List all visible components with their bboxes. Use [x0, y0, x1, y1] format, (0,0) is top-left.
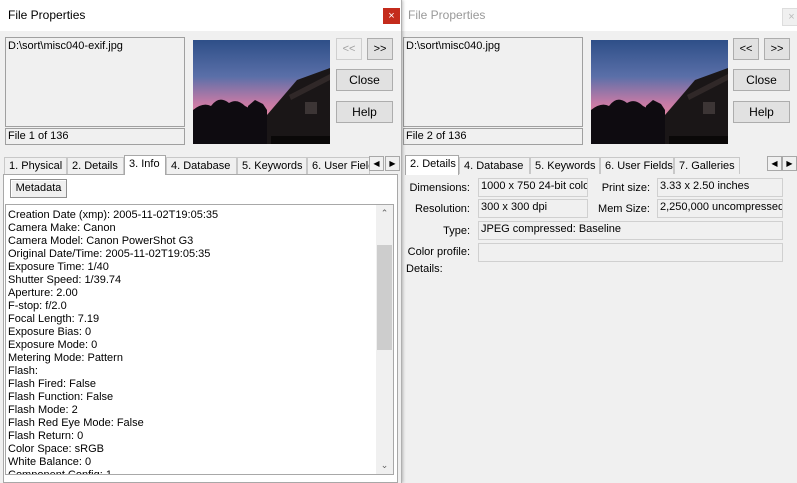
metadata-line: Flash Red Eye Mode: False [8, 417, 144, 429]
metadata-line: Flash Fired: False [8, 378, 97, 390]
tab-database[interactable]: 4. Database [166, 157, 237, 174]
print-size-label: Print size: [601, 182, 650, 194]
file-count: File 1 of 136 [5, 128, 185, 145]
metadata-lines: Creation Date (xmp): 2005-11-02T19:05:35… [8, 209, 374, 475]
file-count-text: File 1 of 136 [8, 130, 69, 142]
metadata-button[interactable]: Metadata [10, 179, 67, 198]
details-label: Details: [406, 263, 443, 275]
resolution-label: Resolution: [414, 203, 470, 215]
dimensions-value: 1000 x 750 24-bit color [478, 178, 588, 197]
tab-keywords[interactable]: 5. Keywords [530, 157, 600, 174]
metadata-line: White Balance: 0 [8, 456, 92, 468]
print-size-value: 3.33 x 2.50 inches [657, 178, 783, 197]
tab-physical[interactable]: 1. Physical [4, 157, 67, 174]
tab-details[interactable]: 2. Details [405, 155, 459, 175]
next-button[interactable]: >> [367, 38, 393, 60]
vertical-scrollbar[interactable]: ⌃ ⌄ [376, 205, 393, 474]
tab-scroll-left-icon[interactable]: ◀ [369, 156, 384, 171]
tab-details[interactable]: 2. Details [67, 157, 124, 174]
help-button[interactable]: Help [733, 101, 790, 123]
resolution-value: 300 x 300 dpi [478, 199, 588, 218]
window-title: File Properties [408, 8, 486, 22]
tab-strip: 2. Details 4. Database 5. Keywords 6. Us… [405, 155, 760, 175]
close-icon[interactable]: × [383, 8, 400, 24]
next-button[interactable]: >> [764, 38, 790, 60]
metadata-line: Aperture: 2.00 [8, 287, 78, 299]
metadata-line: Color Space: sRGB [8, 443, 104, 455]
sunset-house-thumbnail [193, 40, 330, 144]
file-path-box: D:\sort\misc040-exif.jpg [5, 37, 185, 127]
metadata-line: Flash Mode: 2 [8, 404, 78, 416]
close-button[interactable]: Close [733, 69, 790, 91]
metadata-line: Camera Make: Canon [8, 222, 116, 234]
file-path: D:\sort\misc040-exif.jpg [8, 40, 123, 52]
window-title: File Properties [8, 8, 86, 22]
scrollbar-thumb[interactable] [377, 245, 392, 350]
title-bar[interactable]: File Properties × [0, 0, 401, 31]
metadata-line: Flash Function: False [8, 391, 114, 403]
scroll-down-icon[interactable]: ⌄ [376, 457, 393, 474]
tab-user-fields[interactable]: 6. User Fields [600, 157, 674, 174]
metadata-line: Exposure Mode: 0 [8, 339, 98, 351]
metadata-line: Flash: [8, 365, 38, 377]
tab-galleries[interactable]: 7. Galleries [674, 157, 740, 174]
metadata-line: Exposure Time: 1/40 [8, 261, 109, 273]
close-icon[interactable]: × [782, 8, 797, 26]
color-profile-value [478, 243, 783, 262]
tab-scroll-right-icon[interactable]: ▶ [782, 156, 797, 171]
mem-size-label: Mem Size: [598, 203, 650, 215]
title-bar[interactable]: File Properties × [400, 0, 797, 31]
metadata-line: Flash Return: 0 [8, 430, 84, 442]
tab-strip: 1. Physical 2. Details 3. Info 4. Databa… [4, 155, 370, 175]
sunset-house-thumbnail [591, 40, 728, 144]
type-value: JPEG compressed: Baseline [478, 221, 783, 240]
type-label: Type: [443, 225, 470, 237]
metadata-line: F-stop: f/2.0 [8, 300, 67, 312]
previous-button[interactable]: << [733, 38, 759, 60]
tab-database[interactable]: 4. Database [459, 157, 530, 174]
dimensions-label: Dimensions: [409, 182, 470, 194]
mem-size-value: 2,250,000 uncompressed [657, 199, 783, 218]
previous-button[interactable]: << [336, 38, 362, 60]
close-button[interactable]: Close [336, 69, 393, 91]
file-properties-window-2: File Properties × D:\sort\misc040.jpg Fi… [400, 0, 797, 483]
image-thumbnail [591, 40, 728, 144]
tab-keywords[interactable]: 5. Keywords [237, 157, 307, 174]
color-profile-label: Color profile: [407, 246, 470, 258]
scroll-up-icon[interactable]: ⌃ [376, 205, 393, 222]
tab-scroll-left-icon[interactable]: ◀ [767, 156, 782, 171]
metadata-line: Creation Date (xmp): 2005-11-02T19:05:35 [8, 209, 219, 221]
file-path-box: D:\sort\misc040.jpg [403, 37, 583, 127]
help-button[interactable]: Help [336, 101, 393, 123]
metadata-line: Exposure Bias: 0 [8, 326, 92, 338]
tab-scroll-right-icon[interactable]: ▶ [385, 156, 400, 171]
tab-user-fields[interactable]: 6. User Fields [307, 157, 370, 174]
tab-info[interactable]: 3. Info [124, 155, 166, 175]
metadata-line: Camera Model: Canon PowerShot G3 [8, 235, 194, 247]
file-count: File 2 of 136 [403, 128, 583, 145]
metadata-line: Focal Length: 7.19 [8, 313, 100, 325]
metadata-line: Metering Mode: Pattern [8, 352, 123, 364]
file-count-text: File 2 of 136 [406, 130, 467, 142]
metadata-line: Shutter Speed: 1/39.74 [8, 274, 122, 286]
metadata-list[interactable]: Creation Date (xmp): 2005-11-02T19:05:35… [5, 204, 394, 475]
file-properties-window-1: File Properties × D:\sort\misc040-exif.j… [0, 0, 402, 483]
metadata-line: Component Config: 1 [8, 469, 112, 475]
file-path: D:\sort\misc040.jpg [406, 40, 501, 52]
metadata-line: Original Date/Time: 2005-11-02T19:05:35 [8, 248, 211, 260]
image-thumbnail [193, 40, 330, 144]
